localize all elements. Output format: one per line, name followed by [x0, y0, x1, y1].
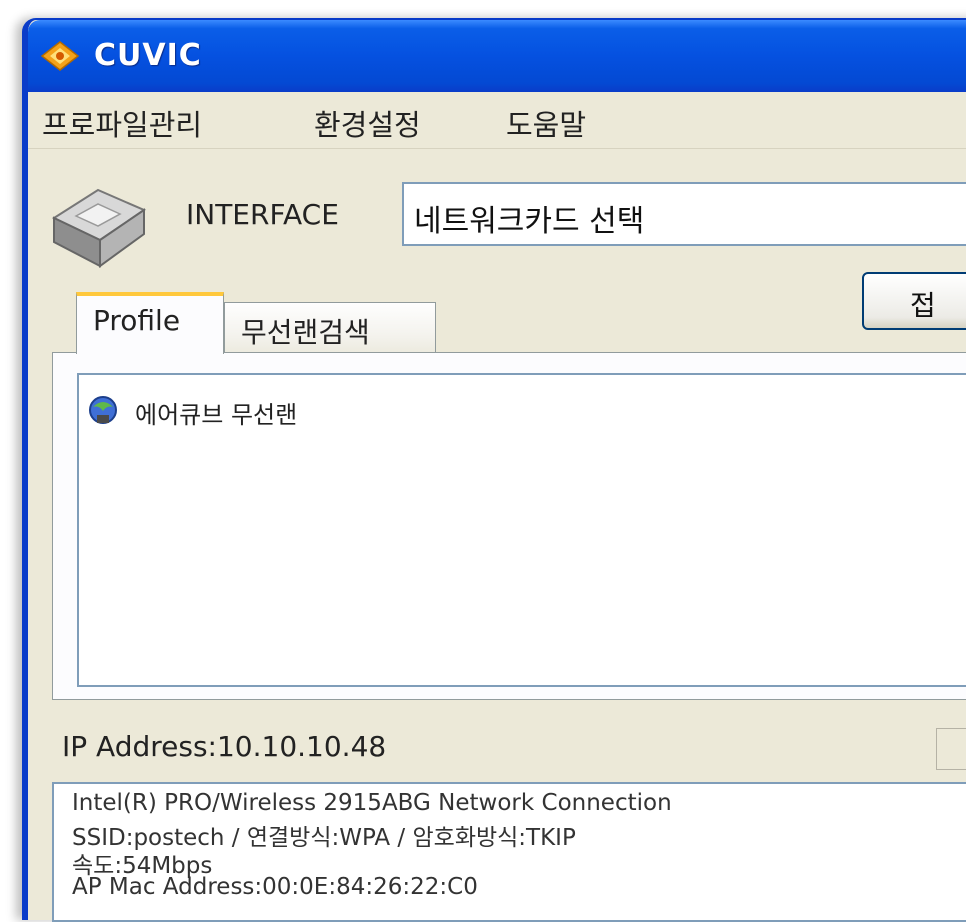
- profile-list[interactable]: 에어큐브 무선랜: [77, 373, 966, 687]
- ip-address: IP Address:10.10.10.48: [62, 730, 387, 763]
- connect-button[interactable]: 접: [862, 272, 966, 330]
- network-card-icon: [51, 188, 147, 268]
- interface-select-value: 네트워크카드 선택: [414, 204, 645, 239]
- tab-wireless-search-label: 무선랜검색: [241, 316, 370, 349]
- connection-info: Intel(R) PRO/Wireless 2915ABG Network Co…: [52, 782, 966, 922]
- ap-mac-address: AP Mac Address:00:0E:84:26:22:C0: [72, 874, 478, 900]
- menu-help[interactable]: 도움말: [502, 102, 590, 144]
- status-button[interactable]: [936, 728, 966, 770]
- tab-profile-label: Profile: [93, 304, 181, 337]
- interface-select[interactable]: 네트워크카드 선택: [402, 182, 966, 246]
- interface-label: INTERFACE: [186, 198, 339, 231]
- window-title: CUVIC: [94, 38, 202, 73]
- profile-name: 에어큐브 무선랜: [135, 401, 298, 429]
- tab-wireless-search[interactable]: 무선랜검색: [224, 302, 436, 356]
- adapter-name: Intel(R) PRO/Wireless 2915ABG Network Co…: [72, 790, 672, 816]
- wireless-profile-icon: [89, 396, 117, 424]
- tab-profile[interactable]: Profile: [76, 292, 224, 354]
- menu-bar: 프로파일관리 환경설정 도움말: [28, 92, 966, 149]
- title-bar[interactable]: CUVIC: [28, 20, 966, 92]
- menu-profile-manage[interactable]: 프로파일관리: [38, 102, 206, 144]
- profile-tab-panel: 에어큐브 무선랜: [52, 352, 966, 700]
- menu-settings[interactable]: 환경설정: [310, 102, 425, 144]
- connect-button-label: 접: [910, 289, 936, 322]
- app-logo-icon: [40, 41, 80, 71]
